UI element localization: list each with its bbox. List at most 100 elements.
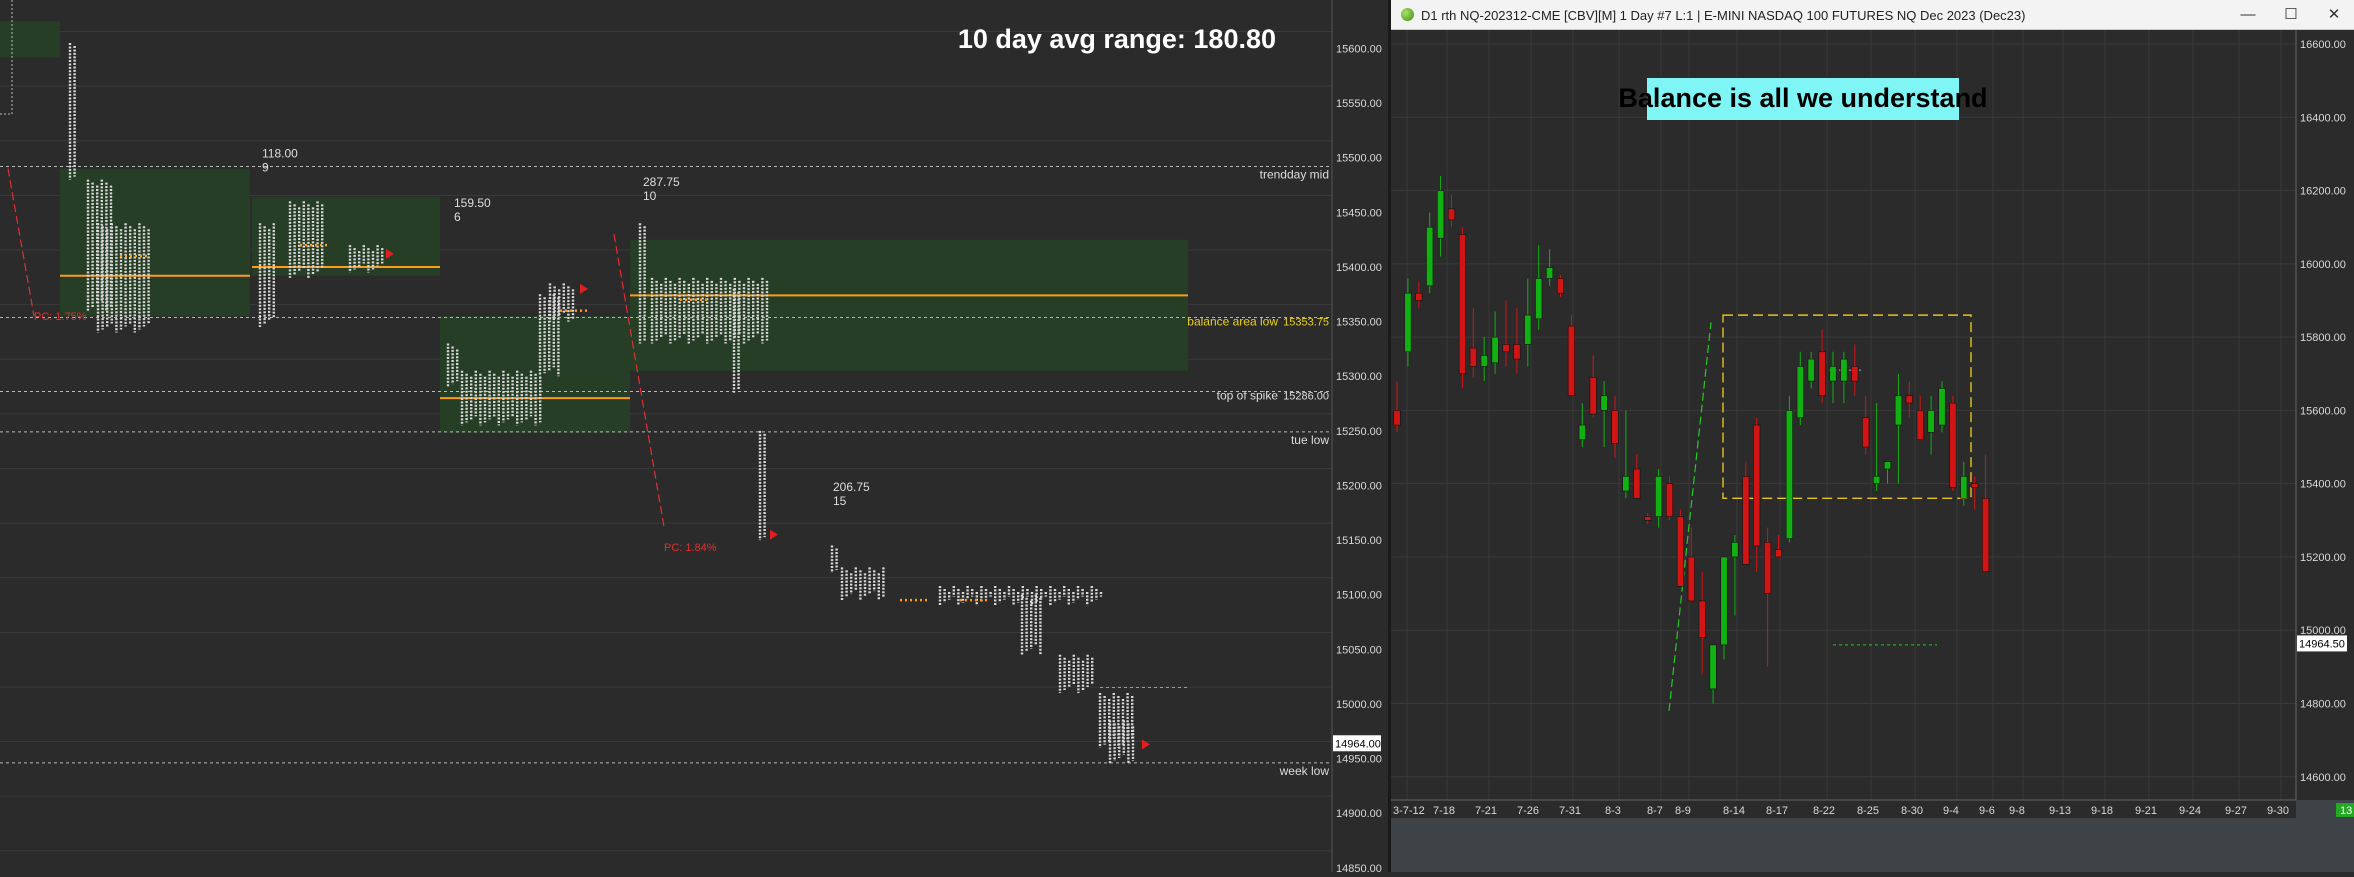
price-tick-label: 16600.00 <box>2300 39 2346 51</box>
candle-body <box>1796 366 1804 419</box>
price-tick-label: 16400.00 <box>2300 112 2346 124</box>
candle-body <box>1862 417 1870 448</box>
price-tick-label: 14850.00 <box>1336 863 1382 872</box>
candle-body <box>1469 347 1477 367</box>
tpo-profile-chart[interactable]: trendday mid 15353.75 balance area low 1528… <box>0 0 1388 875</box>
candle-body <box>1415 292 1423 301</box>
candle-body <box>1949 402 1957 488</box>
candle-body <box>1447 208 1456 221</box>
price-tick-label: 15200.00 <box>2300 552 2346 564</box>
value-area <box>0 21 60 58</box>
candle-body <box>1513 344 1521 360</box>
candlestick-canvas: 16600.00 16400.00 16200.00 16000.00 15800.00… <box>1391 30 2354 872</box>
price-tick-label: 14900.00 <box>1336 808 1382 820</box>
candle-body <box>1829 366 1837 382</box>
corner-badge-label: 13 <box>2340 805 2352 817</box>
candle-body <box>1426 226 1434 287</box>
window-title: D1 rth NQ-202312-CME [CBV][M] 1 Day #7 L… <box>1421 8 2026 23</box>
date-tick-label: 8-7 <box>1647 805 1663 817</box>
price-tick-label: 15800.00 <box>2300 332 2346 344</box>
price-tick-label: 15100.00 <box>1336 590 1382 602</box>
session-range-label: 159.50 <box>454 196 491 210</box>
date-tick-label: 8-14 <box>1723 805 1745 817</box>
candle-body <box>1873 476 1881 484</box>
date-tick-label: 8-30 <box>1901 805 1923 817</box>
candle-body <box>1480 355 1488 367</box>
date-tick-label: 9-21 <box>2135 805 2157 817</box>
candle-body <box>1393 410 1401 426</box>
chart-window[interactable]: D1 rth NQ-202312-CME [CBV][M] 1 Day #7 L… <box>1391 0 2354 872</box>
date-tick-label: 9-13 <box>2049 805 2071 817</box>
date-tick-label: 3-7-12 <box>1393 805 1425 817</box>
current-price-label: 14964.50 <box>2299 638 2345 650</box>
maximize-button[interactable]: ☐ <box>2274 4 2308 26</box>
candle-body <box>1818 351 1826 397</box>
date-tick-label: 8-17 <box>1766 805 1788 817</box>
price-tick-label: 15600.00 <box>1336 44 1382 56</box>
date-tick-label: 7-26 <box>1517 805 1539 817</box>
balance-annotation: Balance is all we understand <box>1618 83 1987 113</box>
candle-body <box>1785 410 1793 539</box>
date-axis[interactable]: 3-7-12 7-18 7-21 7-26 7-31 8-3 8-7 8-9 8-14 8-17 8… <box>1391 799 2354 818</box>
right-price-axis[interactable]: 16600.00 16400.00 16200.00 16000.00 15800.00… <box>2295 30 2354 800</box>
level-value-label: 15286.00 <box>1283 391 1329 403</box>
price-tick-label: 15000.00 <box>1336 699 1382 711</box>
date-tick-label: 9-18 <box>2091 805 2113 817</box>
date-tick-label: 8-9 <box>1675 805 1691 817</box>
candle-body <box>1894 395 1902 426</box>
minimize-button[interactable]: — <box>2231 4 2265 26</box>
candle-body <box>1742 476 1750 565</box>
date-tick-label: 8-22 <box>1813 805 1835 817</box>
price-tick-label: 15250.00 <box>1336 426 1382 438</box>
pc-trend-line <box>7 168 35 317</box>
price-tick-label: 15400.00 <box>1336 262 1382 274</box>
date-tick-label: 9-27 <box>2225 805 2247 817</box>
candle-body <box>1840 358 1848 382</box>
price-tick-label: 15050.00 <box>1336 644 1382 656</box>
candle-body <box>1698 600 1706 638</box>
pc-label: PC: 1.75% <box>34 311 87 323</box>
price-tick-label: 15200.00 <box>1336 480 1382 492</box>
candle-body <box>1883 461 1892 470</box>
date-tick-label: 9-6 <box>1979 805 1995 817</box>
price-tick-label: 15550.00 <box>1336 98 1382 110</box>
session-count-label: 15 <box>833 494 847 508</box>
candlestick-chart[interactable]: 16600.00 16400.00 16200.00 16000.00 15800.00… <box>1391 30 2354 872</box>
date-tick-label: 8-3 <box>1605 805 1621 817</box>
price-tick-label: 15350.00 <box>1336 317 1382 329</box>
close-button[interactable]: ✕ <box>2317 4 2351 26</box>
price-tick-label: 14950.00 <box>1336 754 1382 766</box>
pc-label: PC: 1.84% <box>664 542 717 554</box>
date-tick-label: 7-31 <box>1559 805 1581 817</box>
price-tick-label: 15600.00 <box>2300 405 2346 417</box>
session-range-label: 118.00 <box>262 147 298 161</box>
candle-body <box>1905 395 1913 404</box>
red-arrow-marker <box>580 283 588 294</box>
candle-body <box>1971 483 1979 488</box>
candle-body <box>1458 234 1466 375</box>
candle-body <box>1622 476 1630 492</box>
candle-body <box>1665 483 1674 517</box>
candle-body <box>1633 468 1641 499</box>
candle-body <box>1546 267 1554 279</box>
window-title-bar[interactable]: D1 rth NQ-202312-CME [CBV][M] 1 Day #7 L… <box>1391 0 2354 30</box>
candle-body <box>1851 366 1859 382</box>
candle-body <box>1709 644 1717 690</box>
candle-body <box>1502 344 1510 353</box>
value-areas <box>0 21 1188 434</box>
candle-body <box>1644 516 1652 521</box>
value-area <box>630 239 1188 371</box>
session-range-label: 287.75 <box>643 175 680 189</box>
candle-body <box>1535 278 1543 320</box>
value-area <box>252 197 440 276</box>
level-label: balance area low <box>1187 315 1278 329</box>
red-arrow-marker <box>1142 739 1150 750</box>
candle-body <box>1676 516 1684 587</box>
date-tick-label: 7-21 <box>1475 805 1497 817</box>
session-count-label: 10 <box>643 189 657 203</box>
candle-body <box>1764 542 1772 594</box>
candle-body <box>1916 410 1924 441</box>
level-label: top of spike <box>1217 389 1279 403</box>
price-tick-label: 15500.00 <box>1336 153 1382 165</box>
candle-body <box>1524 314 1532 345</box>
